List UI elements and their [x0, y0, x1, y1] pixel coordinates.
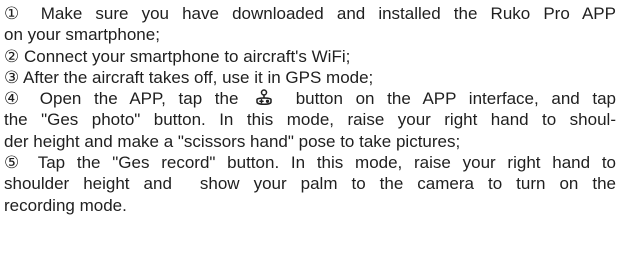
step-3-line-1: ③ After the aircraft takes off, use it i… — [4, 67, 616, 88]
step-2-text-1: Connect your smartphone to aircraft's Wi… — [23, 46, 351, 66]
step-4-text-before-icon: Open the APP, tap the — [39, 89, 239, 109]
instruction-list: ① Make sure you have downloaded and inst… — [4, 3, 616, 216]
step-5-number: ⑤ — [4, 153, 27, 173]
step-2-number: ② — [4, 46, 20, 66]
step-1-text-1: Make sure you have downloaded and instal… — [40, 4, 616, 23]
gesture-joystick-icon — [253, 89, 275, 107]
step-3-text-1: After the aircraft takes off, use it in … — [23, 67, 374, 87]
step-5-line-2: shoulder height and show your palm to th… — [4, 174, 616, 194]
step-5-line-1: ⑤ Tap the "Ges record" button. In this m… — [4, 152, 616, 173]
step-3-number: ③ — [4, 67, 20, 87]
step-5-text-1: Tap the "Ges record" button. In this mod… — [37, 153, 616, 173]
step-5-line-3: recording mode. — [4, 195, 127, 215]
step-1-number: ① — [4, 4, 28, 23]
step-4-line-1: ④ Open the APP, tap the button on the AP… — [4, 88, 616, 109]
step-1-line-1: ① Make sure you have downloaded and inst… — [4, 3, 616, 24]
step-4-line-2: the "Ges photo" button. In this mode, ra… — [4, 110, 616, 130]
step-2-line-1: ② Connect your smartphone to aircraft's … — [4, 46, 616, 67]
step-4-number: ④ — [4, 89, 28, 109]
step-1-line-2: on your smartphone; — [4, 25, 160, 45]
step-4-line-3: der height and make a "scissors hand" po… — [4, 131, 461, 151]
step-4-text-after-icon: button on the APP interface, and tap — [295, 89, 616, 109]
